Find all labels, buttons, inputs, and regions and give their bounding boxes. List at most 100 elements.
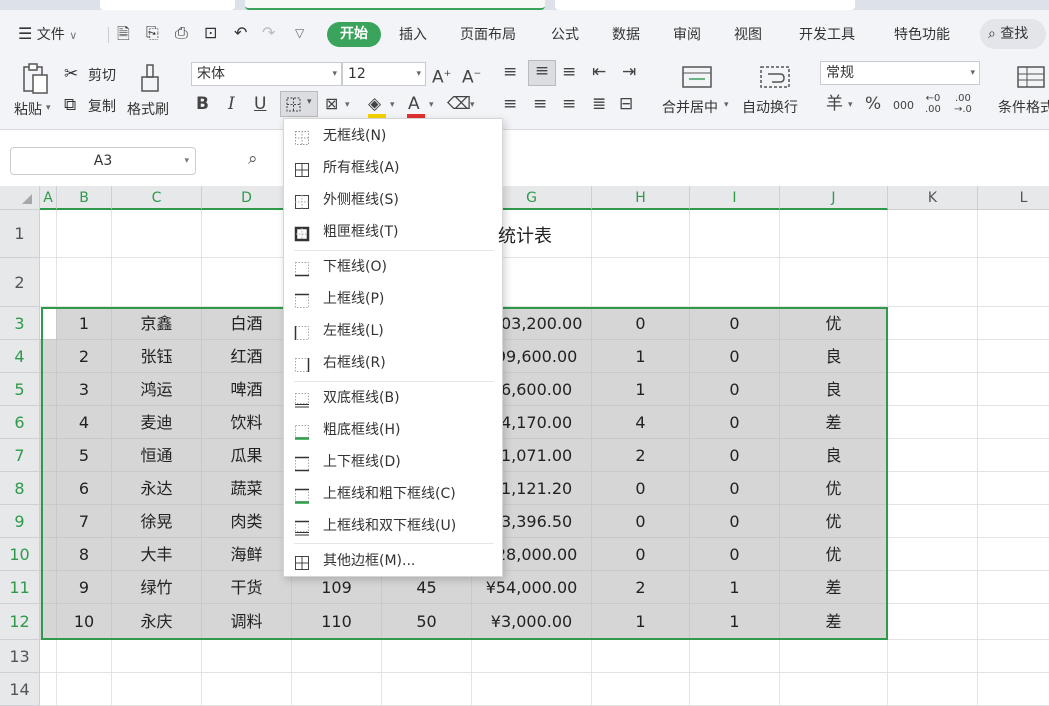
cell-a[interactable] xyxy=(40,472,57,505)
cell[interactable] xyxy=(978,604,1049,640)
table-cell-b[interactable]: 6 xyxy=(57,472,112,505)
cell[interactable] xyxy=(888,373,978,406)
column-header-B[interactable]: B xyxy=(57,186,112,210)
table-cell-j[interactable]: 良 xyxy=(780,373,888,406)
cell-a[interactable] xyxy=(40,571,57,604)
row-header-7[interactable]: 7 xyxy=(0,439,40,472)
border-menu-item[interactable]: 上框线和双下框线(U) xyxy=(284,512,502,540)
align-center-icon[interactable]: ≡ xyxy=(533,94,547,114)
table-cell-e[interactable]: 110 xyxy=(292,604,382,640)
cell[interactable] xyxy=(978,571,1049,604)
decrease-font-size-icon[interactable]: A− xyxy=(462,64,481,88)
row-header-12[interactable]: 12 xyxy=(0,604,40,640)
column-header-J[interactable]: J xyxy=(780,186,888,210)
table-cell-c[interactable]: 京鑫 xyxy=(112,307,202,340)
cell[interactable] xyxy=(888,640,978,673)
cell[interactable] xyxy=(888,604,978,640)
cell-a[interactable] xyxy=(40,538,57,571)
table-cell-j[interactable]: 优 xyxy=(780,472,888,505)
table-cell-d[interactable]: 干货 xyxy=(202,571,292,604)
table-cell-c[interactable]: 绿竹 xyxy=(112,571,202,604)
cell[interactable] xyxy=(888,340,978,373)
column-header-H[interactable]: H xyxy=(592,186,690,210)
cell[interactable] xyxy=(57,210,112,258)
sheet-title-cell[interactable]: 统计表 xyxy=(400,222,650,248)
cell-a[interactable] xyxy=(40,505,57,538)
table-cell-b[interactable]: 5 xyxy=(57,439,112,472)
cell[interactable] xyxy=(112,640,202,673)
export-icon[interactable]: ⎘ xyxy=(146,23,159,43)
table-cell-i[interactable]: 0 xyxy=(690,505,780,538)
border-menu-item[interactable]: 上下框线(D) xyxy=(284,448,502,476)
row-header-10[interactable]: 10 xyxy=(0,538,40,571)
table-cell-h[interactable]: 0 xyxy=(592,538,690,571)
table-cell-h[interactable]: 2 xyxy=(592,439,690,472)
merge-center-button[interactable]: 合并居中 ▾ xyxy=(660,62,735,122)
cell[interactable] xyxy=(202,673,292,706)
cell[interactable] xyxy=(888,258,978,307)
number-format-select[interactable]: 常规 ▾ xyxy=(820,61,980,85)
table-cell-b[interactable]: 8 xyxy=(57,538,112,571)
table-cell-c[interactable]: 徐晃 xyxy=(112,505,202,538)
table-cell-h[interactable]: 1 xyxy=(592,373,690,406)
column-header-I[interactable]: I xyxy=(690,186,780,210)
cell[interactable] xyxy=(40,673,57,706)
cell[interactable] xyxy=(202,258,292,307)
border-menu-item[interactable]: 左框线(L) xyxy=(284,317,502,345)
cell[interactable] xyxy=(978,673,1049,706)
table-cell-g[interactable]: ¥3,000.00 xyxy=(472,604,592,640)
table-cell-h[interactable]: 2 xyxy=(592,571,690,604)
border-menu-item[interactable]: 上框线(P) xyxy=(284,285,502,313)
column-header-D[interactable]: D xyxy=(202,186,292,210)
cell-a[interactable] xyxy=(40,439,57,472)
tab-review[interactable]: 审阅 xyxy=(673,24,701,44)
undo-icon[interactable]: ↶ xyxy=(234,23,247,42)
thousands-separator-button[interactable]: 000 xyxy=(893,96,914,116)
cell[interactable] xyxy=(978,210,1049,258)
cell[interactable] xyxy=(40,258,57,307)
tab-developer[interactable]: 开发工具 xyxy=(799,24,855,44)
cell[interactable] xyxy=(690,673,780,706)
cell[interactable] xyxy=(978,258,1049,307)
table-cell-h[interactable]: 0 xyxy=(592,472,690,505)
cell-style-icon[interactable]: ⊠ xyxy=(325,94,338,114)
cell[interactable] xyxy=(592,640,690,673)
eraser-icon[interactable]: ⌫ xyxy=(447,94,471,114)
table-cell-b[interactable]: 2 xyxy=(57,340,112,373)
row-header-9[interactable]: 9 xyxy=(0,505,40,538)
cell[interactable] xyxy=(292,640,382,673)
cell[interactable] xyxy=(978,340,1049,373)
tab-start[interactable]: 开始 xyxy=(327,22,381,47)
table-cell-c[interactable]: 恒通 xyxy=(112,439,202,472)
table-cell-b[interactable]: 10 xyxy=(57,604,112,640)
table-cell-b[interactable]: 7 xyxy=(57,505,112,538)
table-cell-i[interactable]: 0 xyxy=(690,373,780,406)
cell[interactable] xyxy=(780,258,888,307)
cell-a[interactable] xyxy=(40,307,57,340)
underline-icon[interactable]: U xyxy=(254,94,266,114)
cell[interactable] xyxy=(888,210,978,258)
cell[interactable] xyxy=(888,538,978,571)
row-header-11[interactable]: 11 xyxy=(0,571,40,604)
cell-a[interactable] xyxy=(40,604,57,640)
document-tab[interactable] xyxy=(555,0,855,10)
spreadsheet-grid[interactable]: ABCDEFGHIJKL 1234567891011121314 1京鑫白酒¥1… xyxy=(0,186,1049,706)
border-menu-item[interactable]: 无框线(N) xyxy=(284,122,502,150)
table-cell-c[interactable]: 永庆 xyxy=(112,604,202,640)
fill-color-button[interactable]: ◈ ▾ xyxy=(366,94,396,118)
search-button[interactable]: ⌕ 查找 xyxy=(980,19,1046,49)
chevron-down-icon[interactable]: ▾ xyxy=(345,100,350,110)
cell[interactable] xyxy=(978,640,1049,673)
tab-special-features[interactable]: 特色功能 xyxy=(894,24,950,44)
table-cell-b[interactable]: 1 xyxy=(57,307,112,340)
cell[interactable] xyxy=(592,258,690,307)
border-menu-item[interactable]: 双底框线(B) xyxy=(284,384,502,412)
cell[interactable] xyxy=(202,210,292,258)
table-cell-d[interactable]: 蔬菜 xyxy=(202,472,292,505)
increase-decimal-icon[interactable]: ←0.00 xyxy=(925,93,941,115)
table-cell-j[interactable]: 良 xyxy=(780,340,888,373)
cell[interactable] xyxy=(57,640,112,673)
table-cell-h[interactable]: 0 xyxy=(592,307,690,340)
align-bottom-icon[interactable]: ≡ xyxy=(562,62,576,82)
row-header-8[interactable]: 8 xyxy=(0,472,40,505)
